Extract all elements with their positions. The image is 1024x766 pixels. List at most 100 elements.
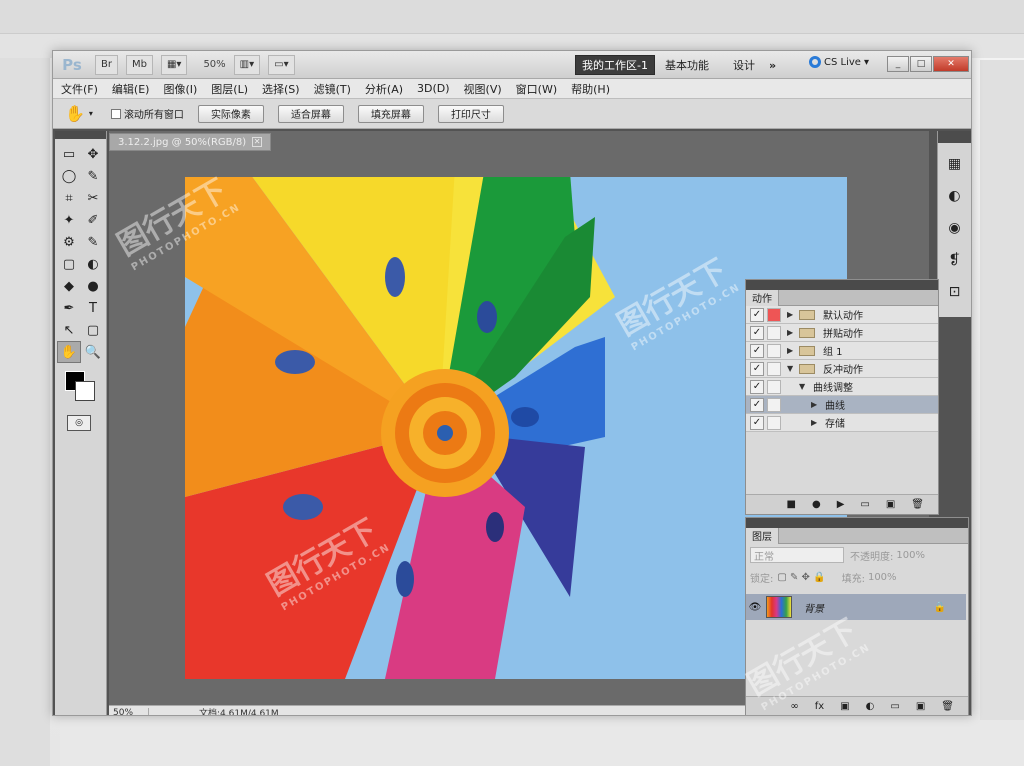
mini-bridge-button[interactable]: Mb [125,54,153,75]
path-select-tool-icon[interactable]: ↖ [57,319,81,341]
menu-help[interactable]: 帮助(H) [571,81,610,97]
expand-arrow-icon[interactable]: ▶ [811,400,821,409]
history-brush-tool-icon[interactable]: ✎ [81,231,105,253]
adjustments-icon[interactable]: ◐ [944,185,966,207]
fill-value[interactable]: 100% [868,572,897,583]
actions-tab[interactable]: 动作 [746,289,779,306]
slice-tool-icon[interactable]: ✂ [81,187,105,209]
shape-tool-icon[interactable]: ▢ [81,319,105,341]
stamp-tool-icon[interactable]: ⚙ [57,231,81,253]
minimize-button[interactable]: _ [887,56,909,72]
marquee-tool-icon[interactable]: ▭ [57,143,81,165]
zoom-tool-icon[interactable]: 🔍 [81,341,105,363]
gradient-tool-icon[interactable]: ◐ [81,253,105,275]
move-tool-icon[interactable]: ✥ [81,143,105,165]
document-tab[interactable]: 3.12.2.jpg @ 50%(RGB/8) ✕ [109,133,272,151]
menu-edit[interactable]: 编辑(E) [112,81,150,97]
layers-tab[interactable]: 图层 [746,527,779,544]
lock-options-icon[interactable]: ▢ ✎ ✥ 🔒 [777,572,825,583]
menu-file[interactable]: 文件(F) [61,81,98,97]
close-button[interactable]: ✕ [933,56,969,72]
fill-screen-button[interactable]: 填充屏幕 [357,104,424,123]
menu-view[interactable]: 视图(V) [464,81,502,97]
bridge-button[interactable]: Br [95,54,118,75]
action-row[interactable]: ✓ ▶ 默认动作 [746,306,938,324]
dialog-toggle-checkbox[interactable] [767,379,781,394]
record-icon[interactable]: ● [812,499,821,510]
action-toggle-checkbox[interactable]: ✓ [750,397,764,412]
dialog-toggle-checkbox[interactable] [767,361,781,376]
action-row[interactable]: ✓ ▶ 拼贴动作 [746,324,938,342]
status-zoom[interactable]: 50% [109,707,149,715]
expand-arrow-icon[interactable]: ▶ [787,346,797,355]
layer-mask-icon[interactable]: ▣ [840,701,849,712]
adjustment-layer-icon[interactable]: ◐ [866,701,875,712]
new-set-icon[interactable]: ▭ [860,499,869,510]
menu-analysis[interactable]: 分析(A) [365,81,403,97]
crop-tool-icon[interactable]: ⌗ [57,187,81,209]
action-toggle-checkbox[interactable]: ✓ [750,361,764,376]
action-toggle-checkbox[interactable]: ✓ [750,307,764,322]
dodge-tool-icon[interactable]: ● [81,275,105,297]
visibility-eye-icon[interactable]: 👁 [746,602,764,613]
action-toggle-checkbox[interactable]: ✓ [750,343,764,358]
blend-mode-select[interactable]: 正常 [750,547,844,563]
new-layer-icon[interactable]: ▣ [916,701,925,712]
maximize-button[interactable]: □ [910,56,932,72]
dialog-toggle-checkbox[interactable] [767,397,781,412]
menu-3d[interactable]: 3D(D) [417,82,450,95]
scroll-all-windows-checkbox[interactable] [110,108,121,119]
hand-tool-icon[interactable]: ✋ [65,104,85,123]
transform-icon[interactable]: ⊡ [944,281,966,303]
menu-window[interactable]: 窗口(W) [516,81,557,97]
zoom-level[interactable]: 50% [203,59,225,70]
tool-preset-arrow-icon[interactable]: ▾ [89,109,93,118]
clone-source-icon[interactable]: ❡ [944,249,966,271]
quick-select-tool-icon[interactable]: ✎ [81,165,105,187]
link-layers-icon[interactable]: ∞ [790,701,798,712]
blur-tool-icon[interactable]: ◆ [57,275,81,297]
layer-style-icon[interactable]: fx [815,701,824,712]
menu-layer[interactable]: 图层(L) [211,81,248,97]
menu-image[interactable]: 图像(I) [163,81,197,97]
expand-arrow-icon[interactable]: ▼ [799,382,809,391]
healing-tool-icon[interactable]: ✦ [57,209,81,231]
quick-mask-button[interactable]: ◎ [67,415,91,431]
workspace-essentials[interactable]: 基本功能 [665,55,709,75]
document-close-icon[interactable]: ✕ [252,137,263,147]
expand-arrow-icon[interactable]: ▶ [811,418,821,427]
action-toggle-checkbox[interactable]: ✓ [750,415,764,430]
workspace-custom[interactable]: 我的工作区-1 [575,55,655,75]
masks-icon[interactable]: ◉ [944,217,966,239]
dialog-toggle-checkbox[interactable] [767,415,781,430]
stop-icon[interactable]: ■ [787,499,796,510]
action-toggle-checkbox[interactable]: ✓ [750,379,764,394]
menu-select[interactable]: 选择(S) [262,81,300,97]
action-row[interactable]: ✓ ▼ 曲线调整 [746,378,938,396]
eraser-tool-icon[interactable]: ▢ [57,253,81,275]
fit-screen-button[interactable]: 适合屏幕 [277,104,344,123]
expand-arrow-icon[interactable]: ▼ [787,364,797,373]
background-color-swatch[interactable] [75,381,95,401]
dialog-toggle-checkbox[interactable] [767,307,781,322]
actual-pixels-button[interactable]: 实际像素 [197,104,264,123]
dialog-toggle-checkbox[interactable] [767,325,781,340]
brush-tool-icon[interactable]: ✐ [81,209,105,231]
action-row[interactable]: ✓ ▶ 组 1 [746,342,938,360]
dialog-toggle-checkbox[interactable] [767,343,781,358]
view-extras-button[interactable]: ▦▾ [160,54,188,75]
new-action-icon[interactable]: ▣ [886,499,895,510]
action-row[interactable]: ✓ ▶ 曲线 [746,396,938,414]
pen-tool-icon[interactable]: ✒ [57,297,81,319]
opacity-value[interactable]: 100% [896,550,925,561]
delete-action-icon[interactable]: 🗑 [911,499,924,510]
action-row[interactable]: ✓ ▶ 存储 [746,414,938,432]
cs-live-menu[interactable]: CS Live ▾ [809,56,869,68]
action-row[interactable]: ✓ ▼ 反冲动作 [746,360,938,378]
workspace-design[interactable]: 设计 [733,55,755,75]
screen-mode-button[interactable]: ▭▾ [268,54,295,75]
menu-filter[interactable]: 滤镜(T) [314,81,351,97]
workspace-more[interactable]: » [769,55,776,75]
expand-arrow-icon[interactable]: ▶ [787,310,797,319]
expand-arrow-icon[interactable]: ▶ [787,328,797,337]
